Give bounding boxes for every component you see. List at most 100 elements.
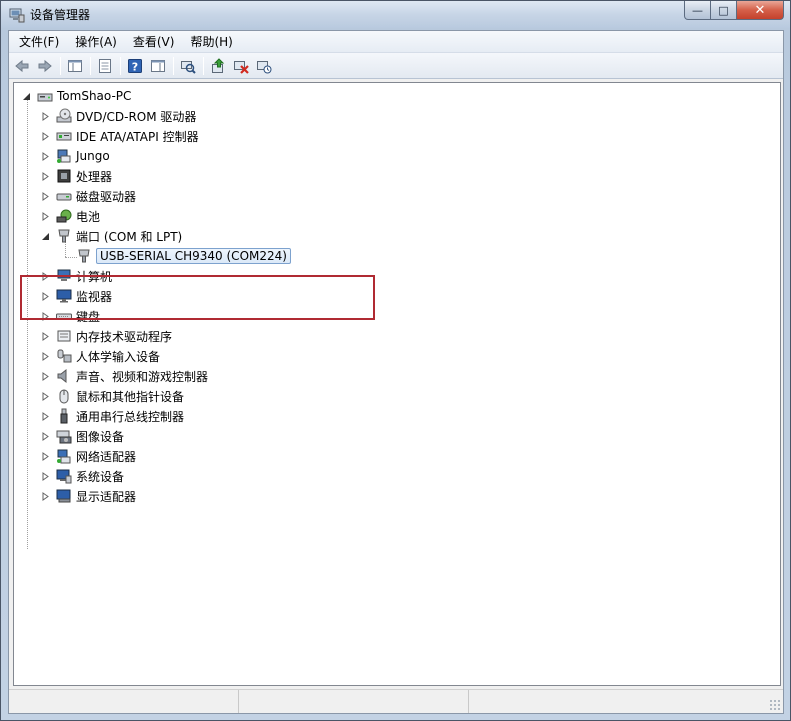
menu-bar: 文件(F) 操作(A) 查看(V) 帮助(H) bbox=[9, 31, 783, 53]
battery-icon bbox=[56, 208, 72, 224]
memory-technology-icon bbox=[56, 328, 72, 344]
collapsed-arrow-icon[interactable] bbox=[41, 391, 50, 401]
menu-help[interactable]: 帮助(H) bbox=[182, 32, 240, 52]
tree-item-imaging[interactable]: 图像设备 bbox=[41, 426, 124, 446]
toolbar-separator bbox=[120, 56, 121, 75]
tree-item-hid[interactable]: 人体学输入设备 bbox=[41, 346, 160, 366]
close-icon: ✕ bbox=[754, 2, 766, 18]
maximize-button[interactable]: □ bbox=[711, 1, 737, 20]
device-tree[interactable]: TomShao-PC DVD/CD-ROM 驱动器 IDE ATA/ATAPI … bbox=[13, 82, 781, 686]
forward-button[interactable] bbox=[35, 56, 55, 76]
uninstall-device-icon bbox=[257, 60, 272, 73]
jungo-device-icon bbox=[56, 148, 72, 164]
tree-item-label: 通用串行总线控制器 bbox=[76, 409, 185, 424]
serial-port-icon bbox=[76, 248, 92, 264]
minimize-icon: — bbox=[692, 3, 703, 17]
collapsed-arrow-icon[interactable] bbox=[41, 191, 50, 201]
collapsed-arrow-icon[interactable] bbox=[41, 351, 50, 361]
uninstall-device-button[interactable] bbox=[254, 56, 274, 76]
show-action-pane-button[interactable] bbox=[148, 56, 168, 76]
collapsed-arrow-icon[interactable] bbox=[41, 371, 50, 381]
tree-item-label: DVD/CD-ROM 驱动器 bbox=[76, 109, 197, 124]
window-title: 设备管理器 bbox=[30, 8, 91, 22]
tree-item-label: 网络适配器 bbox=[76, 449, 137, 464]
title-bar[interactable]: 设备管理器 — □ ✕ bbox=[1, 1, 790, 28]
tree-item-ports[interactable]: 端口 (COM 和 LPT) bbox=[41, 226, 182, 246]
dvd-drive-icon bbox=[56, 108, 72, 124]
collapsed-arrow-icon[interactable] bbox=[41, 491, 50, 501]
back-button[interactable] bbox=[12, 56, 32, 76]
toolbar-separator bbox=[173, 56, 174, 75]
collapsed-arrow-icon[interactable] bbox=[41, 271, 50, 281]
tree-item-mouse[interactable]: 鼠标和其他指针设备 bbox=[41, 386, 184, 406]
tree-item-label: 电池 bbox=[76, 209, 101, 224]
status-cell bbox=[239, 690, 469, 713]
tree-item-label: 端口 (COM 和 LPT) bbox=[76, 229, 183, 244]
collapsed-arrow-icon[interactable] bbox=[41, 171, 50, 181]
sound-icon bbox=[56, 368, 72, 384]
tree-item-display-adapter[interactable]: 显示适配器 bbox=[41, 486, 136, 506]
tree-item-jungo[interactable]: Jungo bbox=[41, 146, 110, 166]
computer-category-icon bbox=[56, 268, 72, 284]
tree-item-battery[interactable]: 电池 bbox=[41, 206, 100, 226]
tree-item-usb-controller[interactable]: 通用串行总线控制器 bbox=[41, 406, 184, 426]
tree-item-label: 内存技术驱动程序 bbox=[76, 329, 173, 344]
mouse-icon bbox=[56, 388, 72, 404]
tree-item-sound[interactable]: 声音、视频和游戏控制器 bbox=[41, 366, 208, 386]
show-hide-console-tree-button[interactable] bbox=[65, 56, 85, 76]
tree-item-usb-serial[interactable]: USB-SERIAL CH9340 (COM224) bbox=[76, 246, 291, 266]
menu-action[interactable]: 操作(A) bbox=[67, 32, 125, 52]
resize-grip-icon[interactable] bbox=[769, 699, 781, 711]
device-manager-icon bbox=[9, 7, 25, 23]
expanded-arrow-icon[interactable] bbox=[22, 92, 31, 101]
keyboard-icon bbox=[56, 308, 72, 324]
toolbar-separator bbox=[203, 56, 204, 75]
status-bar bbox=[9, 689, 783, 713]
menu-file[interactable]: 文件(F) bbox=[11, 32, 67, 52]
minimize-button[interactable]: — bbox=[684, 1, 711, 20]
collapsed-arrow-icon[interactable] bbox=[41, 331, 50, 341]
tree-item-disk[interactable]: 磁盘驱动器 bbox=[41, 186, 136, 206]
collapsed-arrow-icon[interactable] bbox=[41, 451, 50, 461]
update-driver-button[interactable] bbox=[208, 56, 228, 76]
device-manager-window: 设备管理器 — □ ✕ 文件(F) 操作(A) 查看(V) 帮助(H) ? To… bbox=[0, 0, 791, 721]
tree-item-network[interactable]: 网络适配器 bbox=[41, 446, 136, 466]
computer-icon bbox=[37, 88, 53, 104]
tree-item-label: IDE ATA/ATAPI 控制器 bbox=[76, 129, 199, 144]
tree-item-computer[interactable]: 计算机 bbox=[41, 266, 112, 286]
collapsed-arrow-icon[interactable] bbox=[41, 311, 50, 321]
tree-item-ide[interactable]: IDE ATA/ATAPI 控制器 bbox=[41, 126, 199, 146]
tree-item-label: 监视器 bbox=[76, 289, 113, 304]
tree-root-computer[interactable]: TomShao-PC bbox=[22, 86, 131, 106]
tree-item-memory-technology[interactable]: 内存技术驱动程序 bbox=[41, 326, 172, 346]
scan-hardware-changes-button[interactable] bbox=[178, 56, 198, 76]
tree-item-dvd[interactable]: DVD/CD-ROM 驱动器 bbox=[41, 106, 196, 126]
client-area: 文件(F) 操作(A) 查看(V) 帮助(H) ? TomShao-PC DVD… bbox=[8, 30, 784, 714]
collapsed-arrow-icon[interactable] bbox=[41, 291, 50, 301]
tree-item-keyboard[interactable]: 键盘 bbox=[41, 306, 100, 326]
tree-connector-line bbox=[27, 97, 28, 549]
menu-view[interactable]: 查看(V) bbox=[125, 32, 183, 52]
help-button[interactable]: ? bbox=[125, 56, 145, 76]
tree-item-label: 处理器 bbox=[76, 169, 113, 184]
disable-device-button[interactable] bbox=[231, 56, 251, 76]
collapsed-arrow-icon[interactable] bbox=[41, 131, 50, 141]
tree-item-system-devices[interactable]: 系统设备 bbox=[41, 466, 124, 486]
collapsed-arrow-icon[interactable] bbox=[41, 111, 50, 121]
monitor-icon bbox=[56, 288, 72, 304]
collapsed-arrow-icon[interactable] bbox=[41, 471, 50, 481]
hid-icon bbox=[56, 348, 72, 364]
toolbar-separator bbox=[60, 56, 61, 75]
collapsed-arrow-icon[interactable] bbox=[41, 151, 50, 161]
properties-button[interactable] bbox=[95, 56, 115, 76]
tree-item-label: 系统设备 bbox=[76, 469, 125, 484]
toolbar: ? bbox=[9, 53, 783, 79]
tree-item-monitor[interactable]: 监视器 bbox=[41, 286, 112, 306]
collapsed-arrow-icon[interactable] bbox=[41, 411, 50, 421]
close-button[interactable]: ✕ bbox=[737, 1, 784, 20]
tree-item-processor[interactable]: 处理器 bbox=[41, 166, 112, 186]
collapsed-arrow-icon[interactable] bbox=[41, 431, 50, 441]
network-adapter-icon bbox=[56, 448, 72, 464]
collapsed-arrow-icon[interactable] bbox=[41, 211, 50, 221]
expanded-arrow-icon[interactable] bbox=[41, 232, 50, 241]
